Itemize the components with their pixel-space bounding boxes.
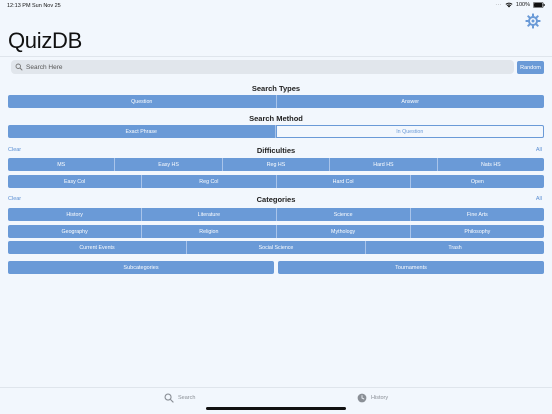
difficulty-reg-hs-button[interactable]: Reg HS — [222, 158, 331, 171]
search-method-exact-phrase-button[interactable]: Exact Phrase — [8, 125, 276, 138]
status-date: Sun Nov 25 — [32, 3, 61, 9]
tab-search-label: Search — [178, 395, 196, 401]
search-types-segmented-control[interactable]: Question Answer — [8, 95, 544, 108]
category-current-events-button[interactable]: Current Events — [8, 241, 187, 254]
difficulties-row-2: Easy Col Reg Col Hard Col Open — [8, 175, 544, 188]
tab-search[interactable]: Search — [164, 393, 195, 403]
difficulty-hard-hs-button[interactable]: Hard HS — [330, 158, 438, 171]
search-types-heading: Search Types — [251, 84, 301, 93]
search-input[interactable] — [26, 63, 506, 71]
app-title: QuizDB — [8, 28, 82, 53]
category-literature-button[interactable]: Literature — [142, 208, 277, 221]
difficulties-heading: Difficulties — [256, 146, 296, 155]
search-icon — [15, 63, 23, 71]
status-time: 12:13 PM — [7, 3, 31, 9]
search-tab-icon — [164, 393, 174, 403]
difficulty-easy-hs-button[interactable]: Easy HS — [115, 158, 223, 171]
tournaments-button[interactable]: Tournaments — [278, 261, 544, 274]
categories-row-2: Geography Religion Mythology Philosophy — [8, 225, 544, 238]
search-method-segmented-control[interactable]: Exact Phrase In Question — [8, 125, 544, 138]
settings-gear-icon[interactable] — [525, 13, 541, 29]
home-indicator — [206, 407, 346, 410]
difficulty-ms-button[interactable]: MS — [8, 158, 116, 171]
search-method-in-question-button[interactable]: In Question — [275, 125, 544, 138]
wifi-icon — [505, 2, 513, 8]
difficulty-open-button[interactable]: Open — [410, 175, 544, 188]
search-method-heading: Search Method — [249, 114, 303, 123]
battery-percent: 100% — [515, 2, 530, 8]
category-fine-arts-button[interactable]: Fine Arts — [410, 208, 544, 221]
category-geography-button[interactable]: Geography — [8, 225, 143, 238]
header-divider — [0, 56, 552, 57]
category-social-science-button[interactable]: Social Science — [187, 241, 366, 254]
tab-history[interactable]: History — [357, 393, 388, 403]
battery-icon — [533, 2, 545, 8]
clock-icon — [357, 393, 367, 403]
difficulty-easy-col-button[interactable]: Easy Col — [8, 175, 143, 188]
categories-row-3: Current Events Social Science Trash — [8, 241, 544, 254]
difficulty-reg-col-button[interactable]: Reg Col — [142, 175, 277, 188]
categories-all-link[interactable]: All — [536, 196, 542, 202]
category-history-button[interactable]: History — [8, 208, 143, 221]
difficulties-all-link[interactable]: All — [536, 147, 542, 153]
difficulty-nats-hs-button[interactable]: Nats HS — [437, 158, 545, 171]
random-button[interactable]: Random — [517, 61, 544, 74]
categories-heading: Categories — [256, 195, 296, 204]
search-field[interactable] — [11, 60, 514, 74]
categories-row-1: History Literature Science Fine Arts — [8, 208, 544, 221]
status-bar: 12:13 PM Sun Nov 25 ··· 100% — [0, 0, 552, 11]
multitasking-dots: ··· — [495, 2, 502, 8]
category-science-button[interactable]: Science — [276, 208, 411, 221]
category-philosophy-button[interactable]: Philosophy — [410, 225, 544, 238]
difficulties-row-1: MS Easy HS Reg HS Hard HS Nats HS — [8, 158, 545, 171]
difficulty-hard-col-button[interactable]: Hard Col — [276, 175, 411, 188]
category-trash-button[interactable]: Trash — [366, 241, 544, 254]
status-indicators: ··· 100% — [495, 2, 545, 8]
search-type-answer-button[interactable]: Answer — [276, 95, 544, 108]
subcategories-button[interactable]: Subcategories — [8, 261, 274, 274]
category-religion-button[interactable]: Religion — [142, 225, 277, 238]
tab-history-label: History — [371, 395, 389, 401]
category-mythology-button[interactable]: Mythology — [276, 225, 411, 238]
search-type-question-button[interactable]: Question — [8, 95, 277, 108]
